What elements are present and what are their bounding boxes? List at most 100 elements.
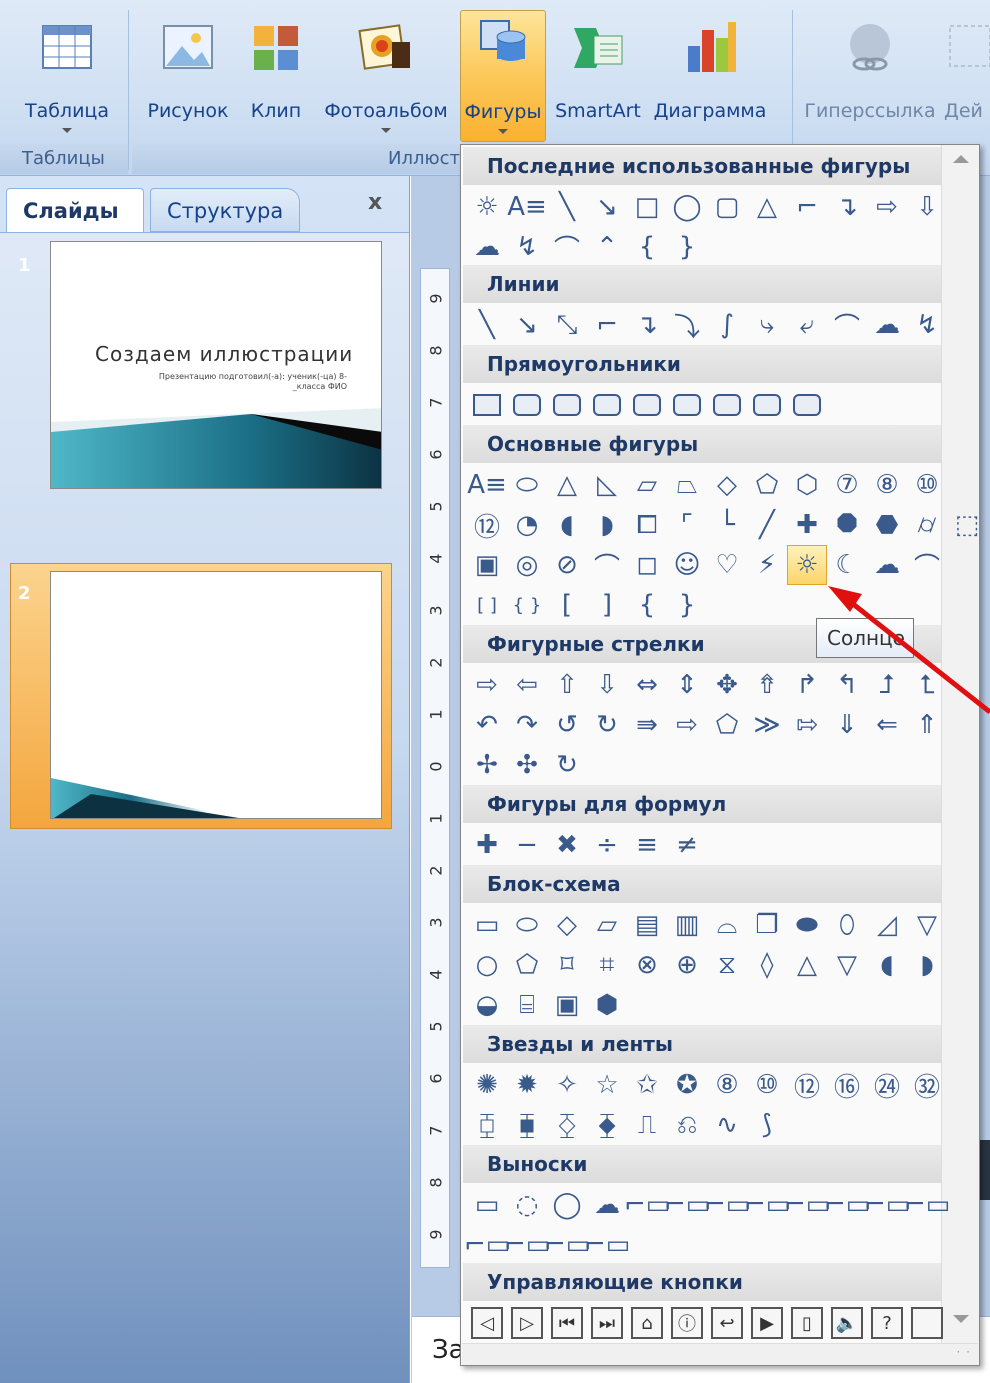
shape-icon[interactable]: ∿ [707,1105,747,1145]
shape-icon[interactable]: ⌓ [707,905,747,945]
shape-icon[interactable]: [ [547,585,587,625]
shape-icon[interactable]: ㉜ [907,1065,947,1105]
shape-icon[interactable]: ⌐ [587,305,627,345]
tab-structure[interactable]: Структура [150,188,300,232]
photo-album-button[interactable]: Фотоальбом [318,14,454,134]
shape-icon[interactable]: ⌒ [547,227,587,267]
shape-icon[interactable]: ↻ [587,705,627,745]
shape-icon[interactable]: ↴ [827,187,867,227]
resize-grip-icon[interactable]: · · [957,1345,971,1359]
shape-icon[interactable]: A≡ [507,187,547,227]
shape-icon[interactable]: ⑧ [867,465,907,505]
shape-icon[interactable]: } [667,227,707,267]
shape-icon[interactable]: ⎍ [627,1105,667,1145]
shape-icon[interactable]: ⌐▭ [624,1185,670,1225]
shape-icon[interactable]: ⇨ [667,705,707,745]
shape-icon[interactable]: ◿ [867,905,907,945]
rectangle-shape-icon[interactable] [707,385,747,425]
shape-icon[interactable]: ⑩ [907,465,947,505]
shape-icon[interactable]: ⬢ [587,985,627,1025]
action-button-shape-icon[interactable]: ⏭ [587,1303,627,1343]
chart-button[interactable]: Диаграмма [650,14,770,134]
shape-icon[interactable]: ▥ [667,905,707,945]
shape-icon[interactable]: { [627,585,667,625]
shape-icon[interactable]: ⎌ [667,1105,707,1145]
shape-icon[interactable]: ∫ [707,305,747,345]
shape-icon[interactable]: ↯ [907,305,947,345]
shape-icon[interactable]: ⇛ [627,705,667,745]
shape-icon[interactable]: ÷ [587,825,627,865]
shape-icon[interactable]: ⯃ [827,505,867,545]
action-button-shape-icon[interactable]: ▯ [787,1303,827,1343]
shape-icon[interactable]: ◯ [547,1185,587,1225]
action-button-shape-icon[interactable]: ▷ [507,1303,547,1343]
shape-icon[interactable]: ⌐ [787,187,827,227]
shape-icon[interactable]: ⬭ [507,905,547,945]
shape-icon[interactable]: □ [627,187,667,227]
shape-icon[interactable]: − [507,825,547,865]
shape-icon[interactable]: ⌐▭ [744,1185,790,1225]
menu-resize-bar[interactable] [462,1343,978,1365]
action-button-shape-icon[interactable]: ⓘ [667,1303,707,1343]
shape-icon[interactable]: ⑫ [467,505,507,545]
shape-icon[interactable]: ⌑ [547,945,587,985]
shape-icon[interactable]: ▱ [627,465,667,505]
shape-icon[interactable]: ⌐▭ [704,1185,750,1225]
shape-icon[interactable]: ⬭ [507,465,547,505]
shape-icon[interactable]: ╲ [467,305,507,345]
shape-icon[interactable]: ⇰ [787,705,827,745]
sun-shape-icon[interactable]: ☼ [787,545,827,585]
shape-icon[interactable]: A≡ [467,465,507,505]
shape-icon[interactable]: ↻ [547,745,587,785]
shape-icon[interactable]: ⬠ [747,465,787,505]
scroll-up-icon[interactable] [953,155,969,163]
shape-icon[interactable]: ⌐▭ [464,1225,510,1265]
shape-icon[interactable]: ⧱ [587,1105,627,1145]
shape-icon[interactable]: ⬠ [507,945,547,985]
shape-icon[interactable]: ✺ [467,1065,507,1105]
action-button-shape-icon[interactable] [907,1303,947,1343]
shape-icon[interactable]: ↘ [587,187,627,227]
shape-icon[interactable]: ⬡ [787,465,827,505]
shape-icon[interactable]: ✥ [707,665,747,705]
shape-icon[interactable]: ♡ [707,545,747,585]
shape-icon[interactable]: ⌐▭ [784,1185,830,1225]
shape-icon[interactable]: ⇔ [627,665,667,705]
action-button-shape-icon[interactable]: ⏮ [547,1303,587,1343]
shape-icon[interactable]: ❐ [747,905,787,945]
shape-icon[interactable]: ⇨ [867,187,907,227]
action-button-shape-icon[interactable]: ? [867,1303,907,1343]
shape-icon[interactable]: ⮥ [867,665,907,705]
shape-icon[interactable]: ⌗ [587,945,627,985]
shape-icon[interactable]: ⌐▭ [664,1185,710,1225]
action-button-shape-icon[interactable]: ◁ [467,1303,507,1343]
tab-slides[interactable]: Слайды [6,188,144,232]
shape-icon[interactable]: ◗ [587,505,627,545]
shape-icon[interactable]: { [627,227,667,267]
shape-icon[interactable]: ⑦ [827,465,867,505]
shape-icon[interactable]: ⬠ [707,705,747,745]
shape-icon[interactable]: ⤶ [787,305,827,345]
rectangle-shape-icon[interactable] [587,385,627,425]
shape-icon[interactable]: ⊗ [627,945,667,985]
shape-icon[interactable]: ⏢ [667,465,707,505]
shape-icon[interactable]: ✖ [547,825,587,865]
action-button-shape-icon[interactable]: ▶ [747,1303,787,1343]
shape-icon[interactable]: ≡ [627,825,667,865]
shape-icon[interactable]: ✚ [787,505,827,545]
slide-thumbnail-1[interactable]: Создаем иллюстрации Презентацию подготов… [50,241,382,489]
shape-icon[interactable]: ◒ [467,985,507,1025]
shape-icon[interactable]: ⌃ [587,227,627,267]
shape-icon[interactable]: △ [787,945,827,985]
picture-button[interactable]: Рисунок [140,14,236,134]
shape-icon[interactable]: ⤷ [747,305,787,345]
shape-icon[interactable]: ✩ [627,1065,667,1105]
rectangle-shape-icon[interactable] [627,385,667,425]
shape-icon[interactable]: ╲ [547,187,587,227]
shape-icon[interactable]: ≠ [667,825,707,865]
shape-icon[interactable]: ↯ [507,227,547,267]
shape-icon[interactable]: ⑫ [787,1065,827,1105]
shape-icon[interactable]: ⊘ [547,545,587,585]
shape-icon[interactable]: ↘ [507,305,547,345]
shape-icon[interactable]: ✹ [507,1065,547,1105]
